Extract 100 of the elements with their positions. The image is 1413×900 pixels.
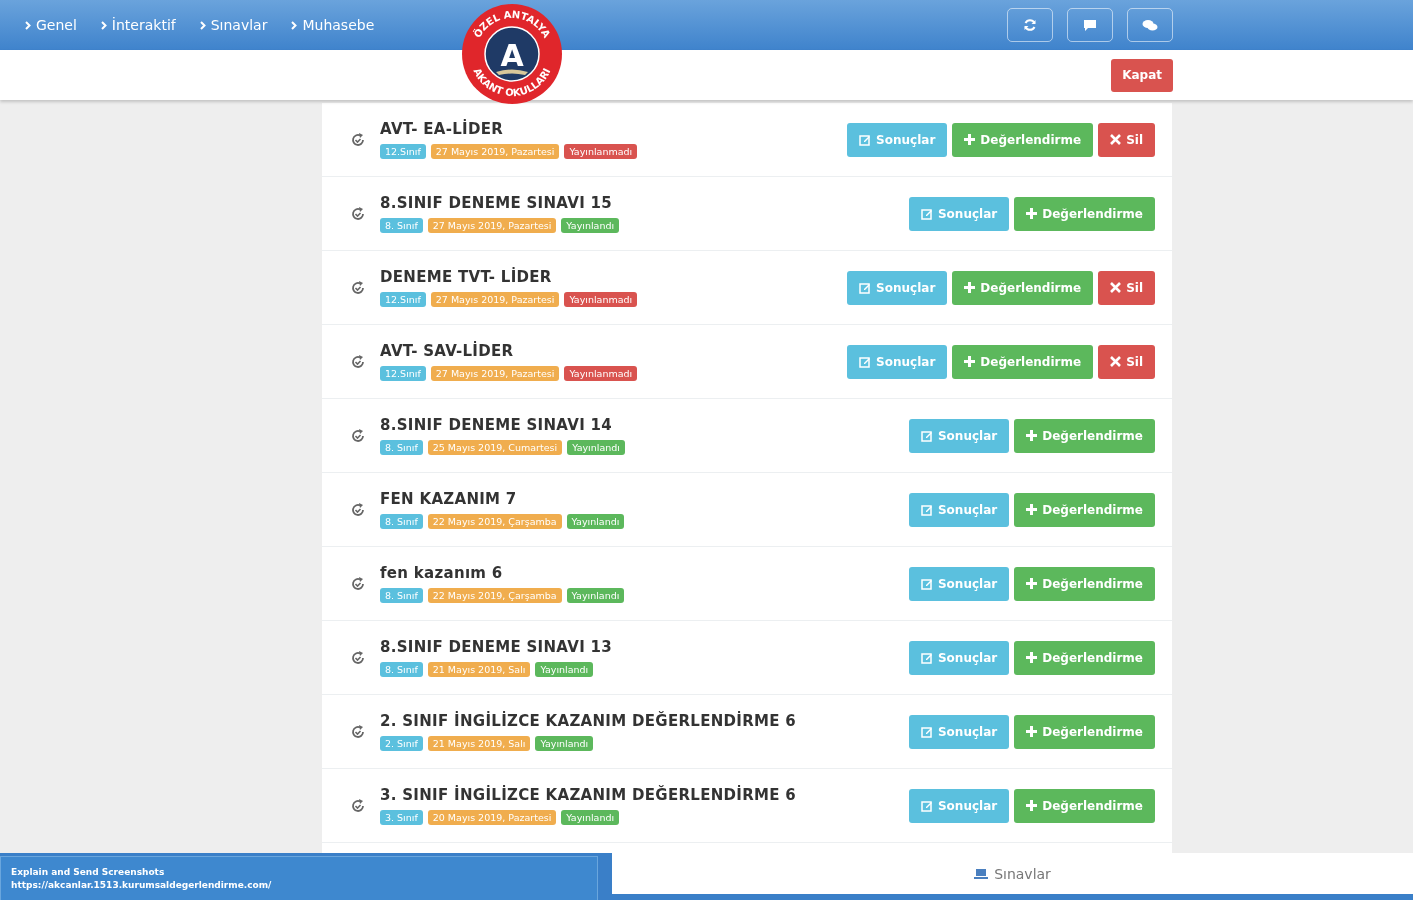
plus-icon [1026, 504, 1038, 515]
evaluate-button[interactable]: Değerlendirme [952, 344, 1094, 379]
tag: Yayınlandı [567, 440, 625, 455]
nav-link[interactable]: Sınavlar [199, 17, 268, 33]
delete-button[interactable]: Sil [1098, 270, 1155, 305]
chat-button[interactable] [1127, 8, 1173, 42]
evaluate-button[interactable]: Değerlendirme [1014, 418, 1155, 453]
tag: 27 Mayıs 2019, Pazartesi [427, 218, 557, 233]
evaluate-button[interactable]: Değerlendirme [1014, 714, 1155, 749]
evaluate-button[interactable]: Değerlendirme [1014, 788, 1155, 823]
tag: 20 Mayıs 2019, Pazartesi [427, 810, 557, 825]
exam-title: 2. SINIF İNGİLİZCE KAZANIM DEĞERLENDİRME 6 [380, 712, 798, 730]
results-button[interactable]: Sonuçlar [908, 418, 1010, 453]
exam-title: AVT- SAV-LİDER [380, 342, 515, 360]
refresh-icon [1023, 18, 1037, 32]
tag: 27 Mayıs 2019, Pazartesi [430, 366, 560, 381]
evaluate-button[interactable]: Değerlendirme [1014, 640, 1155, 675]
delete-button[interactable]: Sil [1098, 122, 1155, 157]
tag: Yayınlandı [535, 662, 594, 677]
tag: 27 Mayıs 2019, Pazartesi [430, 292, 560, 307]
tag: Yayınlandı [535, 736, 594, 751]
results-button[interactable]: Sonuçlar [908, 640, 1010, 675]
chevron-icon [25, 20, 31, 30]
refresh-check-icon [350, 575, 366, 592]
close-button[interactable]: Kapat [1111, 58, 1173, 92]
edit-icon [920, 799, 933, 812]
results-button[interactable]: Sonuçlar [908, 788, 1010, 823]
tag: Yayınlanmadı [564, 366, 638, 381]
tag: 8. Sınıf [380, 588, 423, 603]
close-icon [1110, 356, 1122, 367]
tag: Yayınlandı [561, 218, 620, 233]
results-button[interactable]: Sonuçlar [847, 122, 948, 157]
nav-link[interactable]: Muhasebe [291, 17, 375, 33]
refresh-check-icon [350, 797, 366, 814]
tag: 8. Sınıf [380, 514, 423, 529]
refresh-check-icon [350, 353, 366, 370]
edit-icon [859, 355, 872, 368]
refresh-check-icon [350, 131, 366, 148]
close-icon [1110, 134, 1122, 145]
plus-icon [1026, 800, 1038, 811]
exam-title: 8.SINIF DENEME SINAVI 14 [380, 416, 614, 434]
results-button[interactable]: Sonuçlar [847, 270, 948, 305]
taskbar-tab[interactable]: Sınavlar [612, 853, 1413, 894]
exam-title: DENEME TVT- LİDER [380, 268, 553, 286]
chevron-icon [199, 20, 206, 30]
tag: Yayınlandı [566, 514, 625, 529]
edit-icon [920, 577, 933, 590]
refresh-check-icon [350, 279, 366, 296]
plus-icon [1026, 208, 1038, 219]
tag: 12.Sınıf [380, 144, 426, 159]
tag: 3. Sınıf [380, 810, 423, 825]
nav-link[interactable]: Genel [25, 17, 77, 33]
laptop-icon [974, 867, 989, 880]
chevron-icon [291, 20, 298, 30]
screenshot-banner: Explain and Send Screenshots https://akcanlar.1513.kurumsaldegerlendirme.com/ [0, 856, 598, 900]
refresh-check-icon [350, 723, 366, 740]
refresh-check-icon [350, 649, 366, 666]
exam-title: FEN KAZANIM 7 [380, 490, 518, 508]
edit-icon [920, 207, 933, 220]
results-button[interactable]: Sonuçlar [847, 344, 948, 379]
tag: 22 Mayıs 2019, Çarşamba [427, 588, 562, 603]
refresh-button[interactable] [1007, 8, 1053, 42]
evaluate-button[interactable]: Değerlendirme [1014, 196, 1155, 231]
evaluate-button[interactable]: Değerlendirme [952, 270, 1094, 305]
tag: Yayınlandı [566, 588, 625, 603]
exam-title: 3. SINIF İNGİLİZCE KAZANIM DEĞERLENDİRME 6 [380, 786, 798, 804]
tag: 2. Sınıf [380, 736, 423, 751]
evaluate-button[interactable]: Değerlendirme [1014, 566, 1155, 601]
tag: 21 Mayıs 2019, Salı [427, 736, 531, 751]
edit-icon [920, 429, 933, 442]
exam-title: 8.SINIF DENEME SINAVI 15 [380, 194, 614, 212]
tag: Yayınlandı [561, 810, 620, 825]
edit-icon [859, 133, 872, 146]
message-button[interactable] [1067, 8, 1113, 42]
plus-icon [964, 356, 976, 367]
plus-icon [964, 282, 976, 293]
exam-title: 8.SINIF DENEME SINAVI 13 [380, 638, 614, 656]
results-button[interactable]: Sonuçlar [908, 492, 1010, 527]
message-icon [1083, 18, 1097, 32]
exam-title: fen kazanım 6 [380, 564, 504, 582]
chevron-icon [100, 20, 107, 30]
tag: 12.Sınıf [380, 366, 426, 381]
refresh-check-icon [350, 427, 366, 444]
nav-link[interactable]: İnteraktif [100, 17, 176, 33]
tag: 21 Mayıs 2019, Salı [427, 662, 531, 677]
results-button[interactable]: Sonuçlar [908, 196, 1010, 231]
exam-title: AVT- EA-LİDER [380, 120, 505, 138]
tag: Yayınlanmadı [564, 292, 638, 307]
edit-icon [920, 725, 933, 738]
results-button[interactable]: Sonuçlar [908, 566, 1010, 601]
close-icon [1110, 282, 1122, 293]
tag: 8. Sınıf [380, 218, 423, 233]
results-button[interactable]: Sonuçlar [908, 714, 1010, 749]
chat-icon [1142, 18, 1158, 32]
edit-icon [920, 651, 933, 664]
evaluate-button[interactable]: Değerlendirme [952, 122, 1094, 157]
edit-icon [920, 503, 933, 516]
tag: 8. Sınıf [380, 440, 423, 455]
delete-button[interactable]: Sil [1098, 344, 1155, 379]
evaluate-button[interactable]: Değerlendirme [1014, 492, 1155, 527]
